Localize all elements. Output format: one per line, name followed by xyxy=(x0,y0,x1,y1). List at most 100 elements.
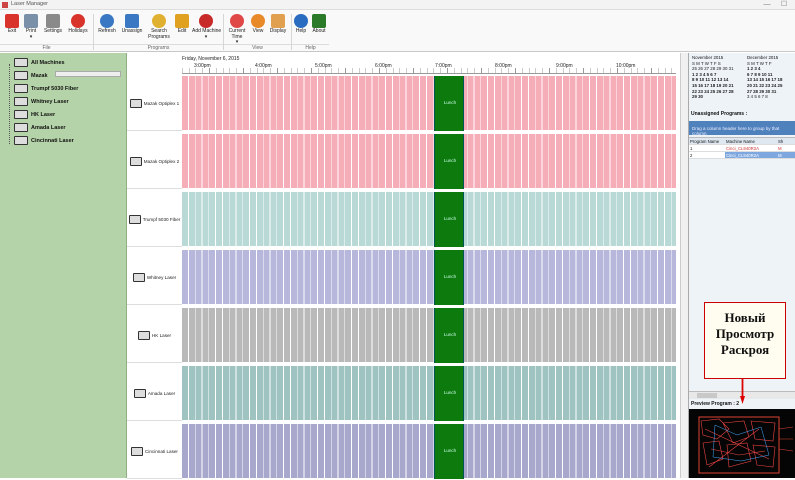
calendar-week[interactable]: 25 26 27 28 29 30 31 xyxy=(692,66,734,72)
holiday-icon xyxy=(71,14,85,28)
tree-item-mazak[interactable]: Mazak xyxy=(6,70,48,81)
tree-item-amada[interactable]: Amada Laser xyxy=(6,122,66,133)
lunch-block[interactable]: Lunch xyxy=(434,308,464,363)
lunch-block[interactable]: Lunch xyxy=(434,424,464,479)
machine-label[interactable]: Trumpf 5030 Fiber xyxy=(127,192,182,247)
tree-item-hk[interactable]: HK Laser xyxy=(6,109,55,120)
machine-label[interactable]: Whitney Laser xyxy=(127,250,182,305)
machine-icon xyxy=(14,123,28,132)
exit-button[interactable]: Exit xyxy=(4,12,20,44)
machine-timeline[interactable]: Lunch xyxy=(182,366,676,421)
unassigned-grid: Program Name Machine Name Sh 1 Cinci_CL9… xyxy=(689,137,795,159)
machine-icon xyxy=(132,272,145,282)
machine-label[interactable]: Amada Laser xyxy=(127,366,182,421)
calendar-month-title: December 2015 xyxy=(747,55,779,60)
group-label-help: Help xyxy=(292,44,329,51)
schedule-scrollbar[interactable] xyxy=(680,53,688,478)
lunch-label: Lunch xyxy=(443,100,457,105)
machine-icon xyxy=(14,84,28,93)
unassigned-title: Unassigned Programs : xyxy=(691,111,748,117)
calendar-week[interactable]: 20 21 22 23 24 25 xyxy=(747,83,782,89)
callout-line: Раскроя xyxy=(720,342,770,357)
group-by-panel[interactable]: Drag a column header here to group by th… xyxy=(689,121,795,136)
calendar-week[interactable]: 15 16 17 18 19 20 21 xyxy=(692,83,734,89)
machine-row: Mazak Optiplex 1 Lunch xyxy=(127,76,680,131)
tree-item-trumpf[interactable]: Trumpf 5030 Fiber xyxy=(6,83,78,94)
cell-program: 1 xyxy=(690,146,693,151)
callout-annotation: Новый Просмотр Раскроя xyxy=(704,302,786,379)
machine-icon xyxy=(14,97,28,106)
add-machine-button[interactable]: Add Machine ▾ xyxy=(192,12,221,44)
about-button[interactable]: About xyxy=(310,12,328,44)
machine-row: Amada Laser Lunch xyxy=(127,366,680,421)
machine-icon xyxy=(129,98,142,108)
tree-item-whitney[interactable]: Whitney Laser xyxy=(6,96,69,107)
table-row-selected[interactable]: 2 Cinci_CL940R2A M xyxy=(689,152,795,159)
grid-header: Program Name Machine Name Sh xyxy=(689,138,795,145)
search-programs-button[interactable]: Search Programs xyxy=(146,12,172,44)
table-row[interactable]: 1 Cinci_CL940R2A M xyxy=(689,145,795,152)
maximize-button[interactable]: ☐ xyxy=(777,0,791,10)
holidays-button[interactable]: Holidays xyxy=(66,12,90,44)
lunch-label: Lunch xyxy=(443,216,457,221)
machine-timeline[interactable]: Lunch xyxy=(182,134,676,189)
settings-button[interactable]: Settings xyxy=(42,12,64,44)
lunch-block[interactable]: Lunch xyxy=(434,250,464,305)
view-button[interactable]: View xyxy=(250,12,266,44)
machine-icon xyxy=(128,214,141,224)
lunch-block[interactable]: Lunch xyxy=(434,192,464,247)
machine-row: Trumpf 5030 Fiber Lunch xyxy=(127,192,680,247)
mazak-filter-input[interactable] xyxy=(55,71,121,77)
help-button[interactable]: Help xyxy=(293,12,309,44)
machine-row: Whitney Laser Lunch xyxy=(127,250,680,305)
column-sh[interactable]: Sh xyxy=(777,138,795,144)
machine-timeline[interactable]: Lunch xyxy=(182,76,676,131)
callout-line: Новый xyxy=(724,310,766,325)
column-machine-name[interactable]: Machine Name xyxy=(725,138,777,144)
lunch-label: Lunch xyxy=(443,332,457,337)
machine-timeline[interactable]: Lunch xyxy=(182,308,676,363)
machine-tree: All Machines Mazak Trumpf 5030 Fiber Whi… xyxy=(0,53,127,478)
scroll-thumb[interactable] xyxy=(697,393,717,398)
machine-name: Whitney Laser xyxy=(146,274,177,280)
lunch-block[interactable]: Lunch xyxy=(434,134,464,189)
calendar-december[interactable]: December 2015 S M T W T F 1 2 3 4 6 7 8 … xyxy=(747,55,782,100)
lunch-block[interactable]: Lunch xyxy=(434,76,464,131)
current-time-button[interactable]: Current Time ▾ xyxy=(225,12,249,45)
printer-icon xyxy=(24,14,38,28)
machine-label[interactable]: Mazak Optiplex 1 xyxy=(127,76,182,131)
machine-timeline[interactable]: Lunch xyxy=(182,250,676,305)
machine-timeline[interactable]: Lunch xyxy=(182,192,676,247)
tree-item-cincinnati[interactable]: Cincinnati Laser xyxy=(6,135,74,146)
edit-button[interactable]: Edit xyxy=(174,12,190,44)
machine-label[interactable]: Mazak Optiplex 2 xyxy=(127,134,182,189)
cell-sh: M xyxy=(777,152,795,158)
gear-add-icon xyxy=(199,14,213,28)
lunch-block[interactable]: Lunch xyxy=(434,366,464,421)
machine-label[interactable]: Cincinnati Laser xyxy=(127,424,182,479)
minimize-button[interactable]: — xyxy=(760,0,774,10)
refresh-button[interactable]: Refresh xyxy=(95,12,119,44)
machine-name: Cincinnati Laser xyxy=(145,448,178,454)
callout-arrow-icon xyxy=(740,379,745,404)
machine-label[interactable]: HK Laser xyxy=(127,308,182,363)
machine-timeline[interactable]: Lunch xyxy=(182,424,676,479)
machine-name: Trumpf 5030 Fiber xyxy=(142,216,181,222)
column-program-name[interactable]: Program Name xyxy=(689,138,725,144)
tree-item-all-machines[interactable]: All Machines xyxy=(6,57,65,68)
display-button[interactable]: Display xyxy=(267,12,289,44)
machine-icon xyxy=(133,388,146,398)
calendar-week[interactable]: 3 4 5 6 7 8 xyxy=(747,94,782,100)
ribbon-toolbar: Exit Print ▾ Settings Holidays Refresh Un… xyxy=(0,10,795,52)
calendar-week[interactable]: 29 30 xyxy=(692,94,734,100)
lunch-label: Lunch xyxy=(443,448,457,453)
machine-icon xyxy=(131,446,144,456)
unassign-button[interactable]: Unassign xyxy=(120,12,144,44)
print-button[interactable]: Print ▾ xyxy=(22,12,40,44)
nest-preview-image xyxy=(689,409,795,478)
tag-icon xyxy=(271,14,285,28)
refresh-icon xyxy=(100,14,114,28)
title-bar: Laser Manager — ☐ xyxy=(0,0,795,10)
magnifier-icon xyxy=(152,14,166,28)
calendar-november[interactable]: November 2015 S M T W T F S 25 26 27 28 … xyxy=(692,55,734,100)
